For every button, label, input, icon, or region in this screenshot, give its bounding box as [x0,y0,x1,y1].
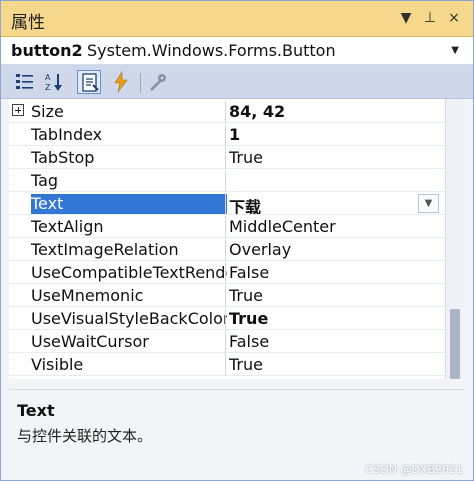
column-divider [225,262,226,284]
description-title: Text [17,401,55,420]
chevron-down-icon[interactable]: ▼ [451,45,459,56]
property-name: Text [31,194,227,214]
column-divider [225,331,226,353]
property-name: UseVisualStyleBackColor [31,309,227,328]
property-value[interactable]: 1 [229,125,439,145]
property-name: UseCompatibleTextRende [31,263,227,282]
property-row-textimagerelation[interactable]: TextImageRelation Overlay [9,239,445,261]
events-icon[interactable] [109,70,133,94]
property-value[interactable]: MiddleCenter [229,217,439,237]
categorized-icon[interactable] [13,70,37,94]
column-divider [225,354,226,376]
property-value[interactable] [229,171,439,191]
property-value[interactable]: False [229,332,439,352]
column-divider [225,124,226,146]
property-name: Size [31,102,64,121]
property-value[interactable]: 下载 [229,194,439,214]
property-name: Visible [31,355,84,374]
column-divider [225,147,226,169]
title-bar: 属性 ▼ ⊥ × [1,1,473,37]
column-divider [225,193,226,215]
window-title: 属性 [11,13,45,33]
svg-text:A: A [45,73,51,82]
property-name: UseMnemonic [31,286,144,305]
property-value[interactable]: True [229,148,439,168]
property-name: TabStop [31,148,95,167]
svg-text:Z: Z [45,83,51,92]
alphabetical-icon[interactable]: A Z [43,70,67,94]
column-divider [225,170,226,192]
property-value[interactable]: True [229,355,439,375]
property-name: TabIndex [31,125,103,144]
chevron-down-icon[interactable]: ▼ [418,194,439,213]
property-toolbar: A Z [1,65,473,99]
description-panel: Text 与控件关联的文本。 [9,389,464,469]
property-value[interactable]: True [229,286,439,306]
property-row-usemnemonic[interactable]: UseMnemonic True [9,285,445,307]
scrollbar-thumb[interactable] [450,309,460,379]
pin-icon[interactable]: ⊥ [420,7,440,29]
property-grid: Size 84, 42 TabIndex 1 TabStop True Tag … [9,99,445,379]
watermark: CSDN @DXB2021 [365,463,463,476]
property-row-size[interactable]: Size 84, 42 [9,101,445,123]
property-row-tag[interactable]: Tag [9,170,445,192]
expand-icon[interactable] [12,104,24,116]
column-divider [225,239,226,261]
column-divider [225,101,226,123]
properties-icon[interactable] [77,70,101,94]
object-type: System.Windows.Forms.Button [87,41,336,60]
column-divider [225,308,226,330]
property-name: TextImageRelation [31,240,179,259]
description-text: 与控件关联的文本。 [17,427,153,445]
property-row-visible[interactable]: Visible True [9,354,445,376]
property-value[interactable]: False [229,263,439,283]
property-row-tabindex[interactable]: TabIndex 1 [9,124,445,146]
object-selector[interactable]: button2 System.Windows.Forms.Button ▼ [1,37,473,65]
column-divider [225,285,226,307]
column-divider [225,216,226,238]
dropdown-icon[interactable]: ▼ [396,7,416,29]
property-name: TextAlign [31,217,104,236]
properties-window: 属性 ▼ ⊥ × button2 System.Windows.Forms.Bu… [0,0,474,481]
toolbar-separator [140,73,141,93]
property-value[interactable]: 84, 42 [229,102,439,122]
property-row-textalign[interactable]: TextAlign MiddleCenter [9,216,445,238]
close-icon[interactable]: × [444,7,464,29]
property-name: Tag [31,171,59,190]
property-row-usevisualstylebackcolor[interactable]: UseVisualStyleBackColor True [9,308,445,330]
property-row-text[interactable]: Text 下载 ▼ [9,193,445,215]
vertical-scrollbar[interactable] [445,99,463,379]
property-name: UseWaitCursor [31,332,149,351]
property-row-usewaitcursor[interactable]: UseWaitCursor False [9,331,445,353]
property-row-tabstop[interactable]: TabStop True [9,147,445,169]
object-name: button2 [11,41,83,60]
property-value[interactable]: Overlay [229,240,439,260]
property-value[interactable]: True [229,309,439,329]
property-pages-icon[interactable] [146,70,170,94]
property-row-usecompatibletextrendering[interactable]: UseCompatibleTextRende False [9,262,445,284]
